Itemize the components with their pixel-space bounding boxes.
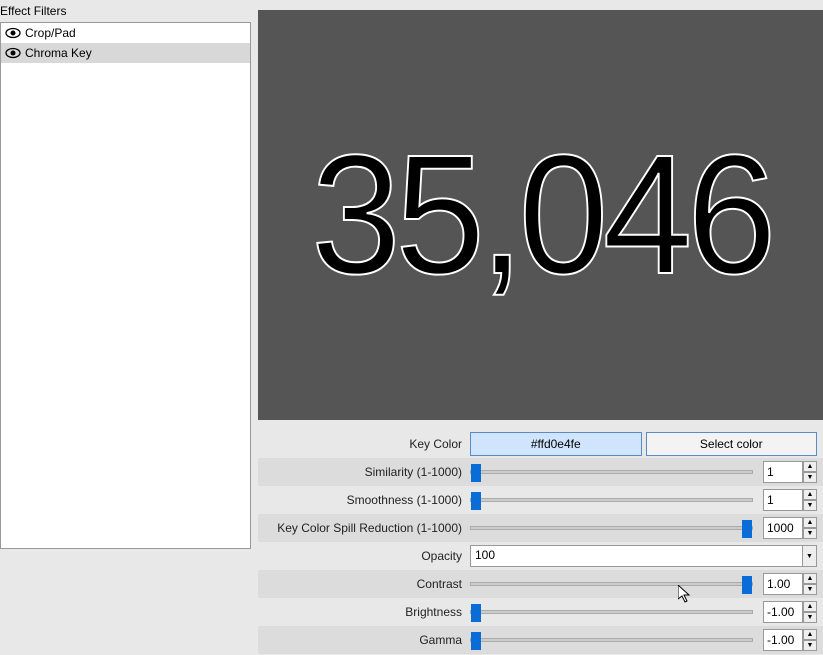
filter-label: Chroma Key [25,46,92,60]
similarity-input[interactable] [763,461,803,483]
similarity-label: Similarity (1-1000) [258,465,470,479]
smoothness-label: Smoothness (1-1000) [258,493,470,507]
slider-handle[interactable] [471,604,481,622]
filter-label: Crop/Pad [25,26,76,40]
contrast-spinner[interactable]: ▲▼ [763,573,817,595]
filter-item-crop-pad[interactable]: Crop/Pad [1,23,250,43]
select-color-button[interactable]: Select color [646,432,818,456]
prop-key-color: Key Color #ffd0e4fe Select color [258,430,823,458]
slider-handle[interactable] [471,632,481,650]
gamma-input[interactable] [763,629,803,651]
spin-down-icon[interactable]: ▼ [803,472,817,483]
brightness-input[interactable] [763,601,803,623]
spin-up-icon[interactable]: ▲ [803,517,817,528]
prop-gamma: Gamma ▲▼ [258,626,823,654]
gamma-spinner[interactable]: ▲▼ [763,629,817,651]
gamma-slider[interactable] [470,638,753,642]
similarity-spinner[interactable]: ▲▼ [763,461,817,483]
similarity-slider[interactable] [470,470,753,474]
preview-pane: 35,046 [258,10,823,420]
spin-down-icon[interactable]: ▼ [803,528,817,539]
smoothness-slider[interactable] [470,498,753,502]
properties-panel: Key Color #ffd0e4fe Select color Similar… [258,430,823,654]
opacity-label: Opacity [258,549,470,563]
prop-spill: Key Color Spill Reduction (1-1000) ▲▼ [258,514,823,542]
opacity-value: 100 [471,546,802,566]
filters-sidebar: Effect Filters Crop/Pad Chroma Key [0,0,251,655]
key-color-swatch[interactable]: #ffd0e4fe [470,432,642,456]
prop-similarity: Similarity (1-1000) ▲▼ [258,458,823,486]
filter-list: Crop/Pad Chroma Key [0,23,251,549]
spin-down-icon[interactable]: ▼ [803,612,817,623]
sidebar-title: Effect Filters [0,0,251,23]
visibility-icon[interactable] [5,46,21,60]
prop-brightness: Brightness ▲▼ [258,598,823,626]
spin-down-icon[interactable]: ▼ [803,640,817,651]
gamma-label: Gamma [258,633,470,647]
spin-up-icon[interactable]: ▲ [803,601,817,612]
filter-item-chroma-key[interactable]: Chroma Key [1,43,250,63]
slider-handle[interactable] [742,520,752,538]
spin-up-icon[interactable]: ▲ [803,461,817,472]
preview-text: 35,046 [311,117,771,313]
contrast-label: Contrast [258,577,470,591]
opacity-combo[interactable]: 100 ▼ [470,545,817,567]
spill-slider[interactable] [470,526,753,530]
smoothness-spinner[interactable]: ▲▼ [763,489,817,511]
visibility-icon[interactable] [5,26,21,40]
prop-opacity: Opacity 100 ▼ [258,542,823,570]
spill-label: Key Color Spill Reduction (1-1000) [258,521,470,535]
contrast-input[interactable] [763,573,803,595]
slider-handle[interactable] [471,464,481,482]
brightness-slider[interactable] [470,610,753,614]
spin-up-icon[interactable]: ▲ [803,629,817,640]
chevron-down-icon[interactable]: ▼ [802,546,816,566]
brightness-spinner[interactable]: ▲▼ [763,601,817,623]
spin-up-icon[interactable]: ▲ [803,573,817,584]
prop-contrast: Contrast ▲▼ [258,570,823,598]
slider-handle[interactable] [742,576,752,594]
spin-down-icon[interactable]: ▼ [803,500,817,511]
smoothness-input[interactable] [763,489,803,511]
spill-spinner[interactable]: ▲▼ [763,517,817,539]
spill-input[interactable] [763,517,803,539]
spin-down-icon[interactable]: ▼ [803,584,817,595]
brightness-label: Brightness [258,605,470,619]
slider-handle[interactable] [471,492,481,510]
key-color-label: Key Color [258,437,470,451]
contrast-slider[interactable] [470,582,753,586]
spin-up-icon[interactable]: ▲ [803,489,817,500]
prop-smoothness: Smoothness (1-1000) ▲▼ [258,486,823,514]
